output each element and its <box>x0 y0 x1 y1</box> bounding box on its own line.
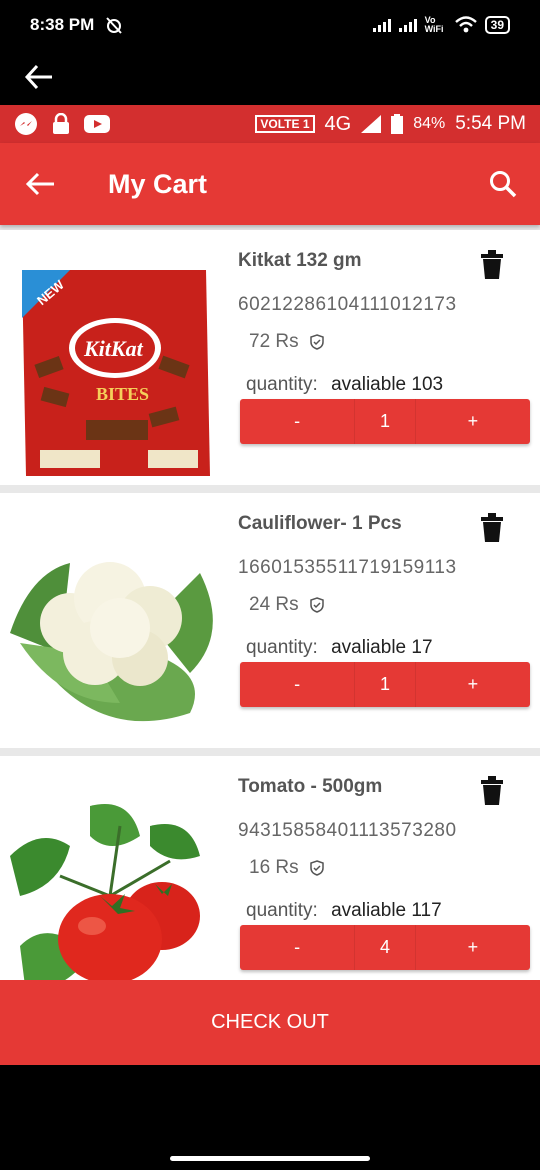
product-code: 60212286104111012173 <box>238 294 457 315</box>
shield-icon <box>309 334 324 350</box>
quantity-value: 1 <box>354 399 416 444</box>
lock-icon <box>53 113 69 134</box>
cart-item-card: NEW KitKat BITES Kitkat 132 gm 602122861… <box>0 230 540 485</box>
decrement-button[interactable]: - <box>240 925 354 970</box>
quantity-row: quantity: avaliable 117 <box>246 900 442 922</box>
tomato-product-image <box>10 804 200 988</box>
os-time: 8:38 PM <box>30 15 95 34</box>
quantity-row: quantity: avaliable 103 <box>246 374 443 396</box>
increment-button[interactable]: + <box>416 662 530 707</box>
product-price: 16 Rs <box>249 857 299 878</box>
price-row: 72 Rs <box>249 331 325 353</box>
vowifi-label: Vo WiFi <box>424 15 444 34</box>
cart-item-card: Cauliflower- 1 Pcs 16601535511719159113 … <box>0 493 540 748</box>
increment-button[interactable]: + <box>416 925 530 970</box>
quantity-value: 4 <box>354 925 416 970</box>
youtube-icon <box>84 115 110 133</box>
app-screen: VOLTE 1 4G 84% 5:54 PM My Cart NEW KitKa… <box>0 105 540 1065</box>
messenger-icon <box>15 113 37 135</box>
battery-percent: 84% <box>413 115 446 132</box>
delete-icon[interactable] <box>480 250 504 280</box>
cart-item-card: Tomato - 500gm 94315858401113573280 16 R… <box>0 756 540 1011</box>
quantity-value: 1 <box>354 662 416 707</box>
product-code: 16601535511719159113 <box>238 557 457 578</box>
page-title: My Cart <box>108 168 208 199</box>
svg-text:KitKat: KitKat <box>83 336 144 361</box>
available-stock: avaliable 17 <box>331 637 433 658</box>
price-row: 16 Rs <box>249 857 325 879</box>
product-code: 94315858401113573280 <box>238 820 457 841</box>
product-name: Tomato - 500gm <box>238 776 383 797</box>
product-price: 72 Rs <box>249 331 299 352</box>
product-name: Kitkat 132 gm <box>238 250 362 271</box>
app-bar: My Cart <box>0 143 540 225</box>
battery-icon-2 <box>391 114 404 134</box>
alarm-off-icon <box>106 17 122 34</box>
shield-icon <box>309 597 324 613</box>
quantity-stepper: - 1 + <box>240 662 530 707</box>
quantity-label: quantity: <box>246 900 318 921</box>
svg-text:BITES: BITES <box>96 384 149 404</box>
quantity-label: quantity: <box>246 374 318 395</box>
search-icon[interactable] <box>488 169 518 199</box>
price-row: 24 Rs <box>249 594 325 616</box>
decrement-button[interactable]: - <box>240 399 354 444</box>
volte-badge: VOLTE 1 <box>255 115 315 133</box>
inner-status-bar: VOLTE 1 4G 84% 5:54 PM <box>0 105 540 143</box>
shield-icon <box>309 860 324 876</box>
home-indicator[interactable] <box>170 1156 370 1161</box>
delete-icon[interactable] <box>480 776 504 806</box>
back-arrow-icon[interactable] <box>22 62 56 92</box>
kitkat-product-image: NEW KitKat BITES <box>22 270 210 476</box>
decrement-button[interactable]: - <box>240 662 354 707</box>
signal-icon-3 <box>361 115 382 133</box>
delete-icon[interactable] <box>480 513 504 543</box>
quantity-row: quantity: avaliable 17 <box>246 637 433 659</box>
checkout-button[interactable]: CHECK OUT <box>0 980 540 1065</box>
quantity-label: quantity: <box>246 637 318 658</box>
signal-icon <box>372 18 391 32</box>
cauliflower-product-image <box>10 562 213 722</box>
increment-button[interactable]: + <box>416 399 530 444</box>
nav-back-icon[interactable] <box>24 169 64 199</box>
inner-time: 5:54 PM <box>455 113 526 134</box>
outer-toolbar <box>0 50 540 105</box>
battery-icon: 39 <box>484 16 510 34</box>
available-stock: avaliable 117 <box>331 900 442 921</box>
quantity-stepper: - 1 + <box>240 399 530 444</box>
signal-icon-2 <box>398 18 417 32</box>
phone-frame: 8:38 PM Vo WiFi 39 VOLTE 1 4G 84% 5:54 P… <box>0 0 540 1170</box>
network-label: 4G <box>324 112 352 135</box>
quantity-stepper: - 4 + <box>240 925 530 970</box>
product-name: Cauliflower- 1 Pcs <box>238 513 402 534</box>
os-status-bar: 8:38 PM Vo WiFi 39 <box>0 0 540 50</box>
available-stock: avaliable 103 <box>331 374 444 395</box>
wifi-icon <box>454 16 477 33</box>
product-price: 24 Rs <box>249 594 299 615</box>
